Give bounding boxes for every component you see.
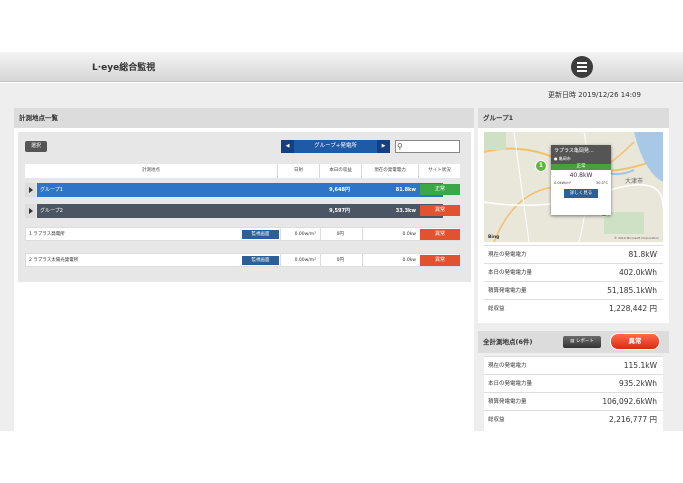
stat-value: 81.8kW bbox=[628, 250, 657, 259]
next-group-icon[interactable]: ▶ bbox=[377, 140, 390, 153]
details-button[interactable]: 詳しく見る bbox=[564, 189, 598, 198]
all-sites-panel: 現在の発電電力 115.1kW 本日の発電電力量 935.2kWh 積算発電電力… bbox=[478, 356, 669, 431]
site-name: 1 ラプラス発電所 bbox=[29, 232, 65, 237]
stat-value: 51,185.1kWh bbox=[607, 286, 657, 295]
site-row: 2 ラプラス太陽光発電所 監視画面 0.00w/m² 0円 0.0kw bbox=[25, 253, 460, 267]
site-row: 1 ラプラス発電所 監視画面 0.00w/m² 0円 0.0kw bbox=[25, 227, 460, 241]
group-selector-label: グループ+発電所 bbox=[314, 143, 357, 149]
stat-row: 積算発電電力量 51,185.1kWh bbox=[484, 281, 663, 299]
stat-row: 総収益 2,216,777 円 bbox=[484, 410, 663, 431]
all-sites-title: 全計測地点(6件) bbox=[483, 338, 533, 346]
app-logo: L·eye総合監視 bbox=[92, 63, 156, 73]
group-revenue: 9,597円 bbox=[329, 208, 350, 214]
group-row[interactable]: グループ2 9,597円 33.3kw bbox=[25, 204, 443, 218]
status-badge: 正常 bbox=[420, 184, 460, 195]
col-irradiance: 日射 bbox=[277, 164, 319, 178]
popup-metrics: 0.0kW/m² 30.0°C bbox=[551, 179, 611, 187]
map-popup: ラプラス亀岡発... ● 亀岡市 正常 40.8kW 0.0kW/m² 30.0… bbox=[551, 145, 611, 215]
list-panel-title: 計測地点一覧 bbox=[14, 108, 474, 128]
stat-label: 積算発電電力量 bbox=[488, 399, 527, 405]
popup-irradiance: 0.0kW/m² bbox=[554, 181, 572, 185]
search-icon: ⚲ bbox=[397, 142, 403, 151]
app-header: L·eye総合監視 bbox=[0, 52, 683, 82]
stat-label: 本日の発電電力量 bbox=[488, 270, 533, 276]
stat-value: 1,228,442 円 bbox=[608, 304, 657, 313]
stat-label: 本日の発電電力量 bbox=[488, 381, 533, 387]
popup-city: 亀岡市 bbox=[558, 156, 571, 161]
status-badge: 異常 bbox=[420, 229, 460, 240]
group-panel-title: グループ1 bbox=[478, 108, 669, 128]
popup-header: ラプラス亀岡発... ● 亀岡市 bbox=[551, 145, 611, 164]
expand-icon[interactable] bbox=[25, 183, 36, 197]
page: L·eye総合監視 更新日時 2019/12/26 14:09 計測地点一覧 選… bbox=[0, 0, 683, 483]
alert-button[interactable]: 異常 bbox=[611, 334, 659, 349]
col-revenue: 本日の収益 bbox=[319, 164, 361, 178]
expand-icon[interactable] bbox=[25, 204, 36, 218]
stat-value: 115.1kW bbox=[623, 361, 657, 370]
site-map[interactable]: 1 ラプラス亀岡発... ● 亀岡市 正常 40.8kW 0.0kW/m² 30… bbox=[484, 132, 663, 242]
site-power: 0.0kw bbox=[402, 232, 416, 237]
prev-group-icon[interactable]: ◀ bbox=[281, 140, 294, 153]
stat-value: 2,216,777 円 bbox=[608, 415, 657, 424]
site-power: 0.0kw bbox=[402, 258, 416, 263]
stat-label: 積算発電電力量 bbox=[488, 288, 527, 294]
site-revenue: 0円 bbox=[336, 258, 344, 263]
map-city-label: 大津市 bbox=[625, 178, 644, 185]
all-sites-header: 全計測地点(6件) ▤ レポート 異常 bbox=[478, 331, 669, 353]
hamburger-menu-icon[interactable] bbox=[571, 56, 593, 78]
stat-value: 402.0kWh bbox=[619, 268, 657, 277]
stat-value: 106,092.6kWh bbox=[602, 397, 657, 406]
stat-value: 935.2kWh bbox=[619, 379, 657, 388]
status-badge: 異常 bbox=[420, 255, 460, 266]
stat-row: 現在の発電電力 115.1kW bbox=[484, 356, 663, 374]
stat-label: 現在の発電電力 bbox=[488, 252, 527, 258]
site-irradiance: 0.00w/m² bbox=[294, 258, 316, 263]
stat-row: 総収益 1,228,442 円 bbox=[484, 299, 663, 317]
col-site: 計測地点 bbox=[142, 168, 160, 173]
col-status: サイト状況 bbox=[418, 164, 460, 178]
group-row[interactable]: グループ1 9,648円 81.8kw bbox=[25, 183, 443, 197]
status-badge: 異常 bbox=[420, 205, 460, 216]
site-name: 2 ラプラス太陽光発電所 bbox=[29, 258, 79, 263]
group-revenue: 9,648円 bbox=[329, 187, 350, 193]
stat-label: 総収益 bbox=[488, 306, 505, 312]
map-pin[interactable]: 1 bbox=[535, 160, 547, 172]
stat-row: 積算発電電力量 106,092.6kWh bbox=[484, 392, 663, 410]
stat-label: 総収益 bbox=[488, 417, 505, 423]
stat-label: 現在の発電電力 bbox=[488, 363, 527, 369]
search-input[interactable]: ⚲ bbox=[395, 140, 460, 153]
col-power: 現在の発電電力 bbox=[361, 164, 418, 178]
popup-status: 正常 bbox=[551, 164, 611, 170]
stat-row: 本日の発電電力量 935.2kWh bbox=[484, 374, 663, 392]
page-footer-space bbox=[0, 431, 683, 483]
stat-row: 現在の発電電力 81.8kW bbox=[484, 245, 663, 263]
table-header: 計測地点 日射 本日の収益 現在の発電電力 サイト状況 bbox=[25, 164, 460, 178]
popup-location: ● 亀岡市 bbox=[554, 156, 571, 161]
popup-temperature: 30.0°C bbox=[596, 181, 608, 185]
monitor-button[interactable]: 監視画面 bbox=[242, 256, 279, 265]
group-power: 33.3kw bbox=[395, 208, 416, 214]
site-revenue: 0円 bbox=[336, 232, 344, 237]
measurement-list-panel: 計測地点一覧 bbox=[14, 108, 474, 431]
map-copyright: © 2019 Microsoft Corporation bbox=[614, 236, 659, 240]
select-button[interactable]: 選択 bbox=[25, 141, 47, 152]
report-label: レポート bbox=[575, 339, 594, 344]
updated-timestamp: 更新日時 2019/12/26 14:09 bbox=[548, 91, 641, 99]
stat-row: 本日の発電電力量 402.0kWh bbox=[484, 263, 663, 281]
group-summary-panel: グループ1 1 ラプラス亀岡発... ● 亀岡市 正常 40.8kW 0.0kW… bbox=[478, 108, 669, 323]
popup-title: ラプラス亀岡発... bbox=[554, 148, 594, 154]
report-button[interactable]: ▤ レポート bbox=[563, 336, 601, 348]
group-power: 81.8kw bbox=[395, 187, 416, 193]
monitor-button[interactable]: 監視画面 bbox=[242, 230, 279, 239]
popup-power: 40.8kW bbox=[569, 172, 593, 179]
site-irradiance: 0.00w/m² bbox=[294, 232, 316, 237]
group-selector: ◀ グループ+発電所 ▶ bbox=[281, 140, 390, 153]
bing-logo: Bing bbox=[488, 235, 500, 240]
